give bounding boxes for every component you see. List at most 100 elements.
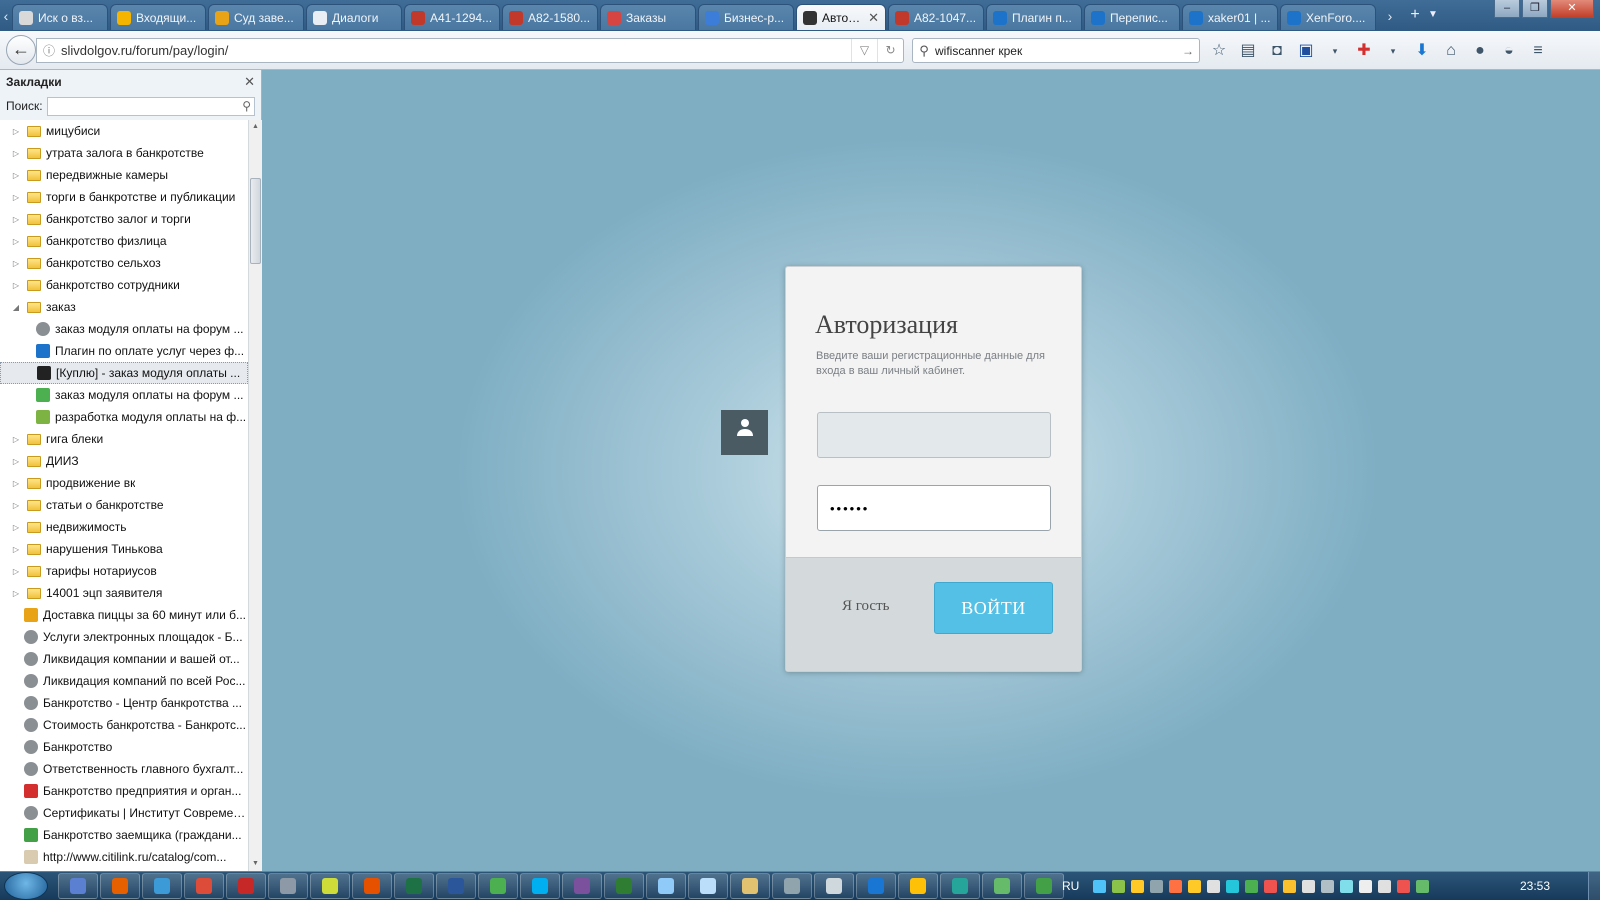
bookmark-folder[interactable]: ▷ нарушения Тинькова: [0, 538, 248, 560]
bookmark-folder[interactable]: ▷ передвижные камеры: [0, 164, 248, 186]
expand-closed-icon[interactable]: ▷: [10, 215, 22, 224]
bookmark-item[interactable]: Услуги электронных площадок - Б...: [0, 626, 248, 648]
bookmark-item[interactable]: Ликвидация компаний по всей Рос...: [0, 670, 248, 692]
bookmark-item[interactable]: Сертификаты | Институт Современ...: [0, 802, 248, 824]
scroll-up-arrow-icon[interactable]: ▲: [249, 120, 262, 134]
back-button[interactable]: ←: [6, 35, 36, 65]
expand-closed-icon[interactable]: ▷: [10, 479, 22, 488]
bookmark-item[interactable]: Банкротство: [0, 736, 248, 758]
pdf-app[interactable]: [226, 873, 266, 899]
expand-closed-icon[interactable]: ▷: [10, 237, 22, 246]
clock[interactable]: 23:53: [1520, 879, 1550, 893]
tab[interactable]: А82-1047...: [888, 4, 984, 30]
tray-icon[interactable]: [1302, 879, 1316, 893]
minimize-button[interactable]: –: [1494, 0, 1520, 18]
bookmark-item[interactable]: разработка модуля оплаты на ф...: [0, 406, 248, 428]
bookmark-item[interactable]: Банкротство предприятия и орган...: [0, 780, 248, 802]
tray-icon[interactable]: [1245, 879, 1259, 893]
tray-icon[interactable]: [1169, 879, 1183, 893]
sidebar-search-input[interactable]: ⚲: [46, 96, 255, 116]
close-tab-icon[interactable]: ✕: [868, 10, 879, 26]
tab[interactable]: Перепис...: [1084, 4, 1180, 30]
show-desktop-button[interactable]: [1588, 872, 1600, 900]
phone-app[interactable]: [772, 873, 812, 899]
bookmark-item[interactable]: заказ модуля оплаты на форум ...: [0, 384, 248, 406]
tab[interactable]: xaker01 | ...: [1182, 4, 1278, 30]
reading-list-icon[interactable]: ▤: [1237, 40, 1259, 62]
tab[interactable]: Иск о вз...: [12, 4, 108, 30]
bookmark-item[interactable]: [Куплю] - заказ модуля оплаты ...: [0, 362, 248, 384]
bookmark-folder[interactable]: ▷ банкротство залог и торги: [0, 208, 248, 230]
expand-closed-icon[interactable]: ▷: [10, 259, 22, 268]
tab-scroll-left-button[interactable]: ‹: [0, 6, 12, 26]
bookmark-folder[interactable]: ▷ ДИИЗ: [0, 450, 248, 472]
search-icon[interactable]: ⚲: [913, 43, 935, 59]
tray-icon[interactable]: [1283, 879, 1297, 893]
notes-app[interactable]: [310, 873, 350, 899]
tray-icon[interactable]: [1207, 879, 1221, 893]
url-text[interactable]: slivdolgov.ru/forum/pay/login/: [61, 43, 851, 58]
tray-icon[interactable]: [1397, 879, 1411, 893]
tray-icon[interactable]: [1150, 879, 1164, 893]
chrome-app[interactable]: [184, 873, 224, 899]
bookmark-item[interactable]: Банкротство - Центр банкротства ...: [0, 692, 248, 714]
sidebar-scrollbar[interactable]: ▲ ▼: [248, 120, 262, 871]
bookmark-folder[interactable]: ▷ гига блеки: [0, 428, 248, 450]
bookmark-folder[interactable]: ▷ мицубиси: [0, 120, 248, 142]
bookmark-folder[interactable]: ▷ статьи о банкротстве: [0, 494, 248, 516]
bookmark-folder[interactable]: ▷ продвижение вк: [0, 472, 248, 494]
tab[interactable]: Суд заве...: [208, 4, 304, 30]
bookmark-item[interactable]: Ответственность главного бухгалт...: [0, 758, 248, 780]
bookmark-item[interactable]: заказ модуля оплаты на форум ...: [0, 318, 248, 340]
bookmark-folder[interactable]: ◢ заказ: [0, 296, 248, 318]
doc-app[interactable]: [646, 873, 686, 899]
ie-app[interactable]: [142, 873, 182, 899]
expand-closed-icon[interactable]: ▷: [10, 127, 22, 136]
tab[interactable]: Заказы: [600, 4, 696, 30]
tab[interactable]: Автор... ✕: [796, 4, 886, 30]
url-history-dropdown[interactable]: ▽: [851, 39, 877, 62]
password-field[interactable]: [817, 485, 1051, 531]
foxit-app[interactable]: [352, 873, 392, 899]
expand-closed-icon[interactable]: ▷: [10, 171, 22, 180]
tab[interactable]: XenForo....: [1280, 4, 1376, 30]
search-input[interactable]: [935, 43, 1177, 58]
list-all-tabs-button[interactable]: ▼: [1428, 6, 1438, 24]
expand-closed-icon[interactable]: ▷: [10, 149, 22, 158]
tab[interactable]: А82-1580...: [502, 4, 598, 30]
expand-closed-icon[interactable]: ▷: [10, 589, 22, 598]
expand-closed-icon[interactable]: ▷: [10, 435, 22, 444]
bookmark-folder[interactable]: ▷ банкротство сотрудники: [0, 274, 248, 296]
viber-app[interactable]: [562, 873, 602, 899]
bookmark-folder[interactable]: ▷ недвижимость: [0, 516, 248, 538]
word-app[interactable]: [436, 873, 476, 899]
scrollbar-thumb[interactable]: [250, 178, 261, 264]
bookmark-folder[interactable]: ▷ банкротство физлица: [0, 230, 248, 252]
bookmark-item[interactable]: http://www.citilink.ru/catalog/com...: [0, 846, 248, 868]
bookmark-folder[interactable]: ▷ банкротство сельхоз: [0, 252, 248, 274]
expand-closed-icon[interactable]: ▷: [10, 545, 22, 554]
bookmark-item[interactable]: Банкротство заемщика (граждани...: [0, 824, 248, 846]
skype-app[interactable]: [520, 873, 560, 899]
tray-icon[interactable]: [1321, 879, 1335, 893]
expand-closed-icon[interactable]: ▷: [10, 567, 22, 576]
mail-app[interactable]: [856, 873, 896, 899]
chat-icon[interactable]: ●: [1469, 40, 1491, 62]
save-icon[interactable]: ▣: [1295, 40, 1317, 62]
addon-menu-chevron-icon[interactable]: ▾: [1382, 40, 1404, 62]
home-icon[interactable]: ⌂: [1440, 40, 1462, 62]
tab[interactable]: Бизнес-р...: [698, 4, 794, 30]
start-button[interactable]: [4, 872, 48, 900]
tab[interactable]: Входящи...: [110, 4, 206, 30]
username-field[interactable]: [817, 412, 1051, 458]
tray-icon[interactable]: [1378, 879, 1392, 893]
reload-button[interactable]: ↻: [877, 39, 903, 62]
search-bar[interactable]: ⚲ →: [912, 38, 1200, 63]
new-tab-button[interactable]: +: [1406, 6, 1424, 24]
arrow-app[interactable]: [604, 873, 644, 899]
save-app[interactable]: [58, 873, 98, 899]
excel-app[interactable]: [394, 873, 434, 899]
save-menu-chevron-icon[interactable]: ▾: [1324, 40, 1346, 62]
tray-icon[interactable]: [1131, 879, 1145, 893]
bookmark-folder[interactable]: ▷ торги в банкротстве и публикации: [0, 186, 248, 208]
